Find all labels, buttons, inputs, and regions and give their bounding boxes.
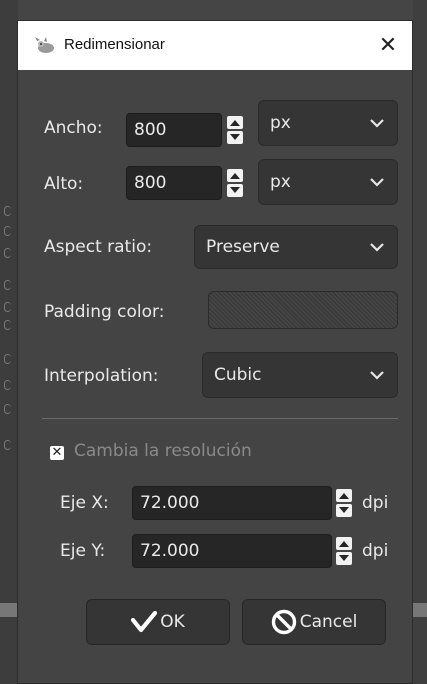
- background-window-right: [413, 0, 427, 684]
- title-bar: Redimensionar ✕: [18, 21, 412, 70]
- separator: [42, 418, 398, 419]
- background-mark: [4, 354, 11, 364]
- chevron-down-icon: [370, 119, 384, 128]
- y-resolution-unit: dpi: [362, 541, 389, 561]
- height-input[interactable]: 800: [126, 166, 222, 200]
- wilber-icon: [34, 37, 56, 55]
- background-mark: [4, 206, 11, 216]
- checkmark-icon: [131, 611, 158, 633]
- interpolation-select[interactable]: Cubic: [202, 352, 398, 398]
- width-unit-value: px: [270, 113, 291, 133]
- background-mark: [4, 226, 11, 236]
- background-mark: [4, 302, 11, 312]
- change-resolution-checkbox[interactable]: ✕: [50, 446, 64, 460]
- change-resolution-label: Cambia la resolución: [74, 441, 252, 461]
- chevron-down-icon: [370, 178, 384, 187]
- background-mark: [4, 404, 11, 414]
- cancel-button-label: Cancel: [299, 612, 358, 632]
- ok-button[interactable]: OK: [86, 599, 230, 645]
- spin-arrows-icon[interactable]: [333, 486, 355, 520]
- x-resolution-input[interactable]: 72.000: [132, 486, 332, 520]
- y-resolution-input[interactable]: 72.000: [132, 534, 332, 568]
- background-window-left: [0, 0, 18, 684]
- y-resolution-label: Eje Y:: [60, 541, 106, 561]
- background-mark: [4, 248, 11, 258]
- interpolation-label: Interpolation:: [44, 366, 159, 386]
- width-label: Ancho:: [44, 118, 103, 138]
- ok-button-label: OK: [160, 612, 185, 632]
- height-label: Alto:: [44, 174, 84, 194]
- background-mark: [4, 320, 11, 330]
- aspect-ratio-select[interactable]: Preserve: [194, 225, 398, 269]
- height-unit-select[interactable]: px: [258, 159, 398, 205]
- chevron-down-icon: [370, 371, 384, 380]
- spin-arrows-icon[interactable]: [224, 113, 246, 147]
- resize-dialog: Redimensionar ✕ Ancho: 800 px Alto: 800 …: [17, 20, 413, 684]
- close-button[interactable]: ✕: [370, 27, 406, 63]
- cancel-circle-icon: [271, 609, 296, 635]
- background-mark: [4, 380, 11, 390]
- background-mark: [4, 280, 11, 290]
- spin-arrows-icon[interactable]: [333, 534, 355, 568]
- spin-arrows-icon[interactable]: [224, 166, 246, 200]
- aspect-ratio-value: Preserve: [206, 237, 280, 257]
- width-input[interactable]: 800: [126, 113, 222, 147]
- aspect-ratio-label: Aspect ratio:: [44, 237, 153, 257]
- cancel-button[interactable]: Cancel: [242, 599, 386, 645]
- background-mark: [4, 440, 11, 450]
- padding-color-label: Padding color:: [44, 302, 165, 322]
- interpolation-value: Cubic: [214, 365, 262, 385]
- padding-color-button[interactable]: [208, 291, 398, 329]
- height-unit-value: px: [270, 172, 291, 192]
- x-resolution-unit: dpi: [362, 493, 389, 513]
- width-unit-select[interactable]: px: [258, 100, 398, 146]
- chevron-down-icon: [370, 243, 384, 252]
- x-resolution-label: Eje X:: [60, 493, 109, 513]
- check-icon: ✕: [51, 445, 63, 460]
- dialog-title: Redimensionar: [64, 36, 165, 53]
- close-icon: ✕: [378, 32, 398, 58]
